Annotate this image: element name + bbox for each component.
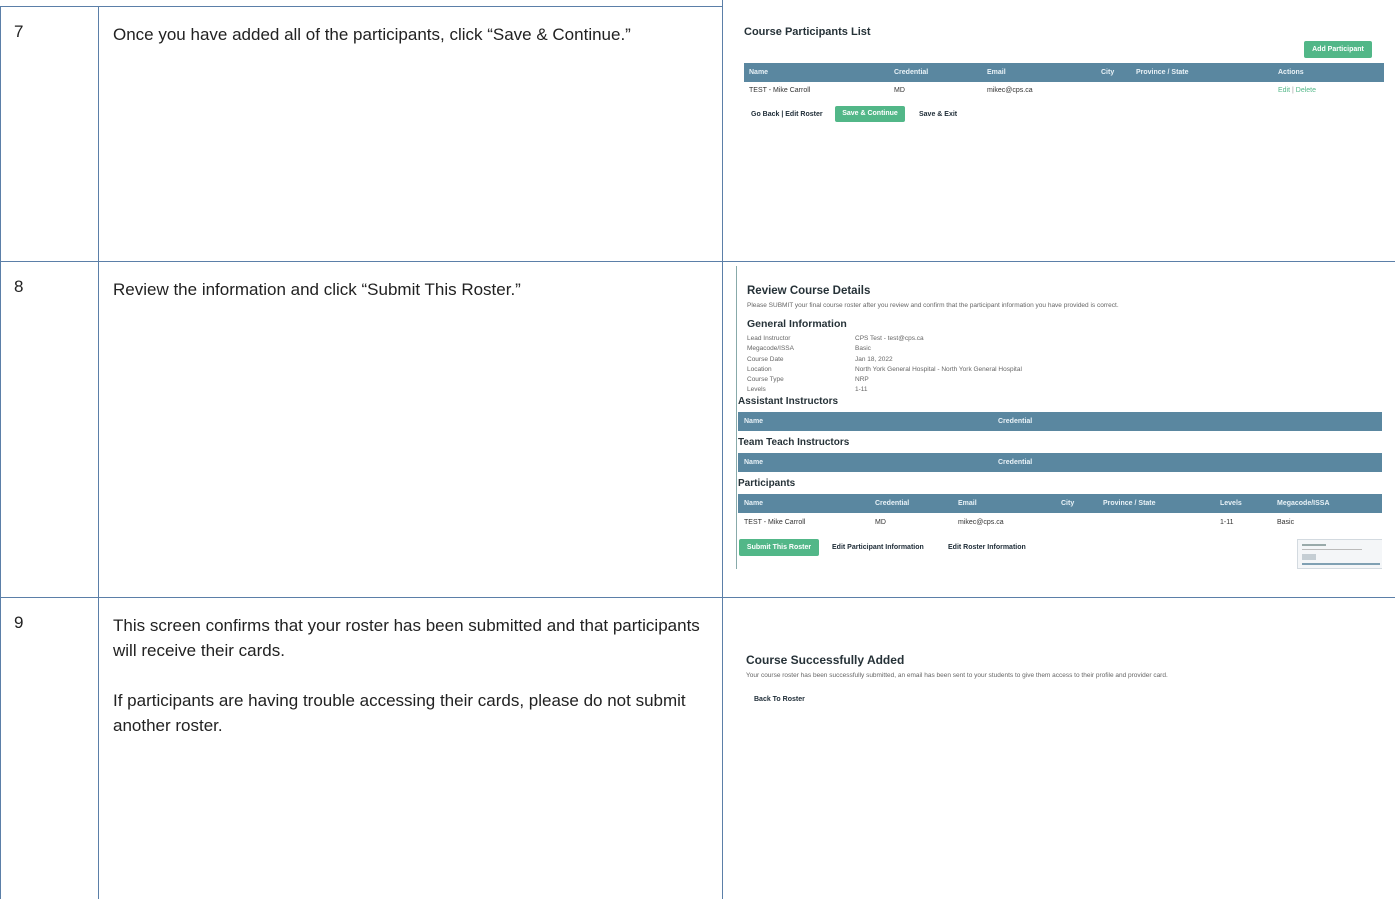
page-title: Review Course Details xyxy=(747,285,871,297)
screenshot-course-added: Course Successfully Added Your course ro… xyxy=(730,637,1390,727)
step-number: 8 xyxy=(14,277,24,296)
save-exit-button[interactable]: Save & Exit xyxy=(919,111,957,118)
column-header: Name xyxy=(744,418,764,425)
thumbnail-line xyxy=(1302,554,1316,560)
table-header: Name Credential Email City Province / St… xyxy=(744,63,1384,82)
info-value: Jan 18, 2022 xyxy=(855,355,893,363)
column-header: Megacode/ISSA xyxy=(1277,500,1330,507)
team-teach-heading: Team Teach Instructors xyxy=(738,437,850,448)
participant-email: mikec@cps.ca xyxy=(958,519,1004,526)
column-header: Credential xyxy=(875,500,910,507)
save-continue-button[interactable]: Save & Continue xyxy=(835,106,905,122)
column-header: City xyxy=(1061,500,1075,507)
info-value: NRP xyxy=(855,376,869,384)
table-row: TEST - Mike Carroll MD mikec@cps.ca Edit… xyxy=(744,83,1384,99)
info-label: Megacode/ISSA xyxy=(747,345,794,353)
participants-heading: Participants xyxy=(738,478,796,489)
participant-email: mikec@cps.ca xyxy=(987,87,1033,94)
column-header: Province / State xyxy=(1103,500,1156,507)
general-labels: Lead Instructor Megacode/ISSA Course Dat… xyxy=(747,334,794,396)
info-value: North York General Hospital - North York… xyxy=(855,365,1022,373)
participant-credential: MD xyxy=(894,87,905,94)
participant-name: TEST - Mike Carroll xyxy=(744,519,806,526)
column-header: Credential xyxy=(998,418,1033,425)
team-teach-table-header: Name Credential xyxy=(738,453,1382,472)
page-title: Course Successfully Added xyxy=(746,653,905,667)
page-title: Course Participants List xyxy=(744,26,871,38)
step-paragraph: Review the information and click “Submit… xyxy=(113,280,521,299)
column-header: Credential xyxy=(894,69,929,76)
go-back-edit-roster-button[interactable]: Go Back | Edit Roster xyxy=(751,111,823,118)
step-paragraph: This screen confirms that your roster ha… xyxy=(113,616,700,660)
column-header: Levels xyxy=(1220,500,1242,507)
edit-link[interactable]: Edit xyxy=(1278,87,1290,94)
column-header: Name xyxy=(749,69,769,76)
edit-participant-information-button[interactable]: Edit Participant Information xyxy=(832,544,924,551)
general-values: CPS Test - test@cps.ca Basic Jan 18, 202… xyxy=(855,334,1022,396)
add-participant-button[interactable]: Add Participant xyxy=(1304,41,1372,58)
submit-roster-button[interactable]: Submit This Roster xyxy=(739,539,819,556)
column-header: Name xyxy=(744,459,764,466)
screenshot-review-details: Review Course Details Please SUBMIT your… xyxy=(736,266,1382,569)
info-label: Lead Instructor xyxy=(747,335,791,342)
step-paragraph: Once you have added all of the participa… xyxy=(113,25,631,44)
column-header: Email xyxy=(958,500,977,507)
instruction-table: 7 Once you have added all of the partici… xyxy=(0,0,1395,899)
table-row: TEST - Mike Carroll MD mikec@cps.ca 1-11… xyxy=(738,515,1382,531)
assistant-table-header: Name Credential xyxy=(738,412,1382,431)
step-text: This screen confirms that your roster ha… xyxy=(113,613,703,763)
column-header: Name xyxy=(744,500,764,507)
info-value: Basic xyxy=(855,345,871,353)
edit-roster-information-button[interactable]: Edit Roster Information xyxy=(948,544,1026,551)
thumbnail-line xyxy=(1302,544,1326,546)
participant-levels: 1-11 xyxy=(1220,519,1234,526)
participant-megacode: Basic xyxy=(1277,519,1295,526)
participant-credential: MD xyxy=(875,519,886,526)
participants-table-header: Name Credential Email City Province / St… xyxy=(738,494,1382,513)
column-header: Province / State xyxy=(1136,69,1189,76)
step-text: Once you have added all of the participa… xyxy=(113,22,703,72)
info-value: 1-11 xyxy=(855,386,868,394)
step-number: 9 xyxy=(14,613,24,632)
step-row-8: 8 Review the information and click “Subm… xyxy=(0,261,1395,597)
participant-name: TEST - Mike Carroll xyxy=(749,87,811,94)
step-row-9: 9 This screen confirms that your roster … xyxy=(0,597,1395,899)
info-value: CPS Test - test@cps.ca xyxy=(855,335,924,342)
info-label: Levels xyxy=(747,386,766,394)
step-paragraph: If participants are having trouble acces… xyxy=(113,691,686,735)
column-header: Email xyxy=(987,69,1006,76)
page-subtitle: Your course roster has been successfully… xyxy=(746,672,1168,679)
screenshot-participants-list: Course Participants List Add Participant… xyxy=(730,6,1390,136)
step-number: 7 xyxy=(14,22,24,41)
column-header: Credential xyxy=(998,459,1033,466)
column-header: City xyxy=(1101,69,1115,76)
page-subtitle: Please SUBMIT your final course roster a… xyxy=(747,302,1119,309)
info-label: Course Type xyxy=(747,376,784,384)
thumbnail-preview xyxy=(1297,539,1382,569)
row-actions: Edit | Delete xyxy=(1278,87,1316,94)
general-heading: General Information xyxy=(747,318,847,330)
thumbnail-line xyxy=(1302,549,1362,550)
info-label: Location xyxy=(747,365,772,373)
step-row-7: 7 Once you have added all of the partici… xyxy=(0,6,1395,261)
info-label: Course Date xyxy=(747,355,784,363)
thumbnail-line xyxy=(1302,563,1380,565)
column-header: Actions xyxy=(1278,69,1304,76)
back-to-roster-button[interactable]: Back To Roster xyxy=(754,696,805,703)
step-text: Review the information and click “Submit… xyxy=(113,277,703,327)
assistant-heading: Assistant Instructors xyxy=(738,396,839,407)
delete-link[interactable]: Delete xyxy=(1296,87,1316,94)
